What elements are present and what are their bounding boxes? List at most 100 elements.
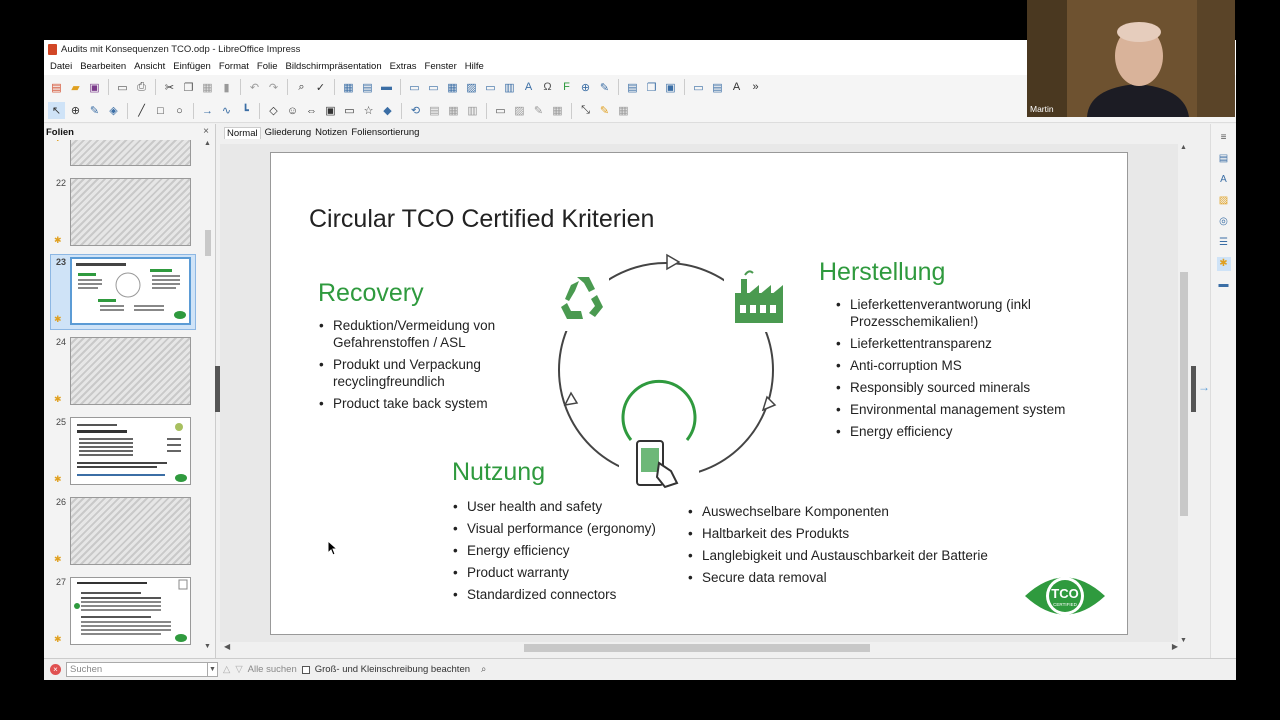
clone-formatting-icon[interactable]: ▮ — [218, 79, 235, 96]
scroll-down-icon[interactable]: ▼ — [204, 643, 211, 650]
arrange-icon[interactable]: ▦ — [445, 102, 462, 119]
points-icon[interactable]: ⤡ — [577, 102, 594, 119]
save-icon[interactable]: ▣ — [86, 79, 103, 96]
print-icon[interactable]: ⎙ — [133, 79, 150, 96]
nutzung-heading[interactable]: Nutzung — [452, 458, 545, 487]
find-replace-icon[interactable]: ⌕ — [293, 79, 310, 96]
slide-transition-icon[interactable]: ▭ — [690, 79, 707, 96]
align-icon[interactable]: ▤ — [426, 102, 443, 119]
slide-thumbnail-26[interactable]: 26 ✱ — [44, 497, 204, 567]
gallery-icon[interactable]: ▨ — [1217, 194, 1231, 208]
menu-bildschirmpraesentation[interactable]: Bildschirmpräsentation — [282, 61, 386, 72]
stars-icon[interactable]: ☆ — [360, 102, 377, 119]
menu-folie[interactable]: Folie — [253, 61, 282, 72]
scrollbar-thumb[interactable] — [1180, 272, 1188, 516]
paste-icon[interactable]: ▦ — [199, 79, 216, 96]
menu-format[interactable]: Format — [215, 61, 253, 72]
fill-color-icon[interactable]: ◈ — [105, 102, 122, 119]
match-case-checkbox[interactable] — [301, 665, 310, 674]
symbol-shapes-icon[interactable]: ☺ — [284, 102, 301, 119]
filter-icon[interactable]: ✎ — [530, 102, 547, 119]
image-icon[interactable]: ▨ — [463, 79, 480, 96]
comment-icon[interactable]: ▤ — [709, 79, 726, 96]
transparency-icon[interactable]: ▦ — [549, 102, 566, 119]
master-slide-icon[interactable]: ▬ — [378, 79, 395, 96]
slide-thumbnail-27[interactable]: 27 ✱ — [44, 577, 204, 647]
current-slide[interactable]: Circular TCO Certified Kriterien Recover… — [270, 152, 1128, 635]
export-pdf-icon[interactable]: ▭ — [114, 79, 131, 96]
nutzung-list-right[interactable]: Auswechselbare Komponenten Haltbarkeit d… — [686, 503, 1026, 591]
tab-foliensortierung[interactable]: Foliensortierung — [351, 127, 419, 139]
new-icon[interactable]: ▤ — [48, 79, 65, 96]
slide-title[interactable]: Circular TCO Certified Kriterien — [309, 205, 654, 234]
menu-einfuegen[interactable]: Einfügen — [169, 61, 215, 72]
slide-layout-icon[interactable]: ▤ — [624, 79, 641, 96]
scrollbar-thumb[interactable] — [524, 644, 870, 652]
textbox-icon[interactable]: A — [520, 79, 537, 96]
menu-extras[interactable]: Extras — [386, 61, 421, 72]
deck-collapse-handle[interactable] — [1191, 366, 1196, 412]
recovery-list[interactable]: Reduktion/Vermeidung von Gefahrenstoffen… — [317, 317, 527, 417]
slide-thumbnail-23[interactable]: 23 ✱ — [44, 254, 204, 330]
herstellung-list[interactable]: Lieferkettenverantworung (inkl Prozessch… — [834, 296, 1094, 445]
menu-bearbeiten[interactable]: Bearbeiten — [76, 61, 130, 72]
display-views-icon[interactable]: ▤ — [359, 79, 376, 96]
close-find-icon[interactable]: × — [50, 664, 61, 675]
menu-fenster[interactable]: Fenster — [421, 61, 461, 72]
tab-normal[interactable]: Normal — [224, 127, 261, 139]
slide-thumbnail-25[interactable]: 25 ✱ — [44, 417, 204, 487]
copy-icon[interactable]: ❐ — [180, 79, 197, 96]
find-next-icon[interactable]: ▽ — [235, 664, 242, 675]
scroll-up-icon[interactable]: ▲ — [1180, 144, 1187, 151]
search-input[interactable]: Suchen ▼ — [66, 662, 218, 677]
fontwork-icon[interactable]: F — [558, 79, 575, 96]
undo-icon[interactable]: ↶ — [246, 79, 263, 96]
hyperlink-icon[interactable]: ⊕ — [577, 79, 594, 96]
scroll-up-icon[interactable]: ▲ — [204, 140, 211, 147]
slide-thumbnail-22[interactable]: 22 ✱ — [44, 178, 204, 248]
recovery-heading[interactable]: Recovery — [318, 279, 424, 308]
ellipse-icon[interactable]: ○ — [171, 102, 188, 119]
properties-icon[interactable]: ▤ — [1217, 152, 1231, 166]
close-icon[interactable]: × — [203, 126, 209, 137]
start-first-slide-icon[interactable]: ▭ — [406, 79, 423, 96]
circular-cycle-diagram[interactable] — [549, 245, 789, 495]
nutzung-list-left[interactable]: User health and safety Visual performanc… — [451, 498, 681, 608]
basic-shapes-icon[interactable]: ◇ — [265, 102, 282, 119]
more-tools-icon[interactable]: » — [747, 79, 764, 96]
spelling-icon[interactable]: ✓ — [312, 79, 329, 96]
open-icon[interactable]: ▰ — [67, 79, 84, 96]
slide-thumbnail-24[interactable]: 24 ✱ — [44, 337, 204, 407]
select-icon[interactable]: ↖ — [48, 102, 65, 119]
find-replace-dialog-icon[interactable]: ⌕ — [481, 664, 486, 675]
show-draw-functions-icon[interactable]: ✎ — [596, 79, 613, 96]
slide-transition-deck-icon[interactable]: ✱ — [1216, 257, 1231, 271]
media-icon[interactable]: ▭ — [482, 79, 499, 96]
glue-points-icon[interactable]: ✎ — [596, 102, 613, 119]
toggle-extrusion-icon[interactable]: ▦ — [615, 102, 632, 119]
scrollbar-thumb[interactable] — [205, 230, 211, 256]
duplicate-slide-icon[interactable]: ❐ — [643, 79, 660, 96]
menu-hilfe[interactable]: Hilfe — [461, 61, 488, 72]
rotate-icon[interactable]: ⟲ — [407, 102, 424, 119]
vertical-scrollbar[interactable]: ▲ ▼ — [1178, 144, 1190, 644]
flowchart-icon[interactable]: ▣ — [322, 102, 339, 119]
table-icon[interactable]: ▦ — [444, 79, 461, 96]
text-icon[interactable]: A — [728, 79, 745, 96]
tab-gliederung[interactable]: Gliederung — [265, 127, 311, 139]
line-icon[interactable]: ╱ — [133, 102, 150, 119]
line-arrow-icon[interactable]: → — [199, 102, 216, 119]
tab-notizen[interactable]: Notizen — [315, 127, 347, 139]
scroll-right-icon[interactable]: ▶ — [1172, 642, 1178, 651]
cut-icon[interactable]: ✂ — [161, 79, 178, 96]
line-color-icon[interactable]: ✎ — [86, 102, 103, 119]
slide-canvas[interactable]: Circular TCO Certified Kriterien Recover… — [220, 144, 1182, 644]
styles-icon[interactable]: A — [1217, 173, 1231, 187]
chevron-down-icon[interactable]: ▼ — [207, 663, 217, 676]
grid-icon[interactable]: ▦ — [340, 79, 357, 96]
special-character-icon[interactable]: Ω — [539, 79, 556, 96]
menu-ansicht[interactable]: Ansicht — [130, 61, 169, 72]
callouts-icon[interactable]: ▭ — [341, 102, 358, 119]
slide-pane-scrollbar[interactable]: ▲ ▼ — [204, 140, 212, 650]
horizontal-scrollbar[interactable]: ◀ ▶ — [220, 642, 1182, 654]
